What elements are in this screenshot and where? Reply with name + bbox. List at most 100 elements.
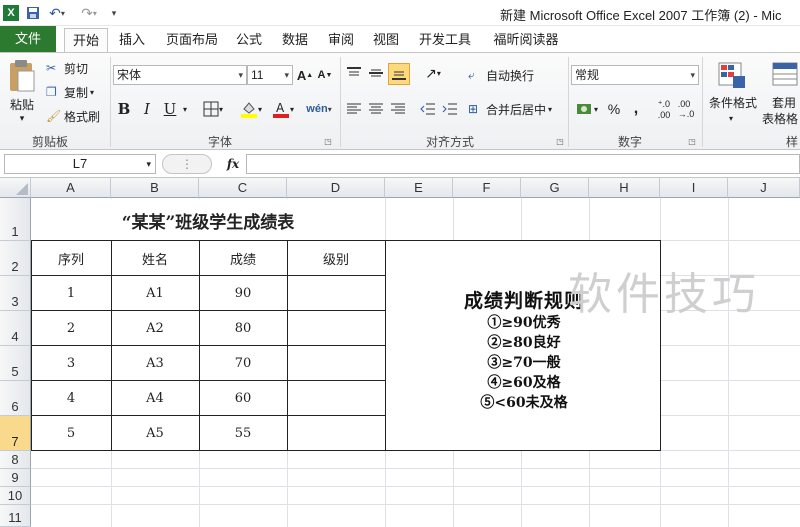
- column-header[interactable]: J: [728, 178, 800, 198]
- header-cell-level[interactable]: 级别: [287, 241, 385, 275]
- borders-icon[interactable]: ▾: [198, 99, 228, 119]
- paste-icon[interactable]: [4, 57, 40, 97]
- row-header[interactable]: 9: [0, 469, 31, 487]
- spreadsheet-grid[interactable]: A B C D E F G H I J 1 2 3 4 5 6 7 8 9 10…: [0, 178, 800, 527]
- cell-seq[interactable]: 3: [31, 346, 111, 380]
- row-header[interactable]: 3: [0, 276, 31, 311]
- row-header[interactable]: 11: [0, 505, 31, 527]
- tab-page-layout[interactable]: 页面布局: [160, 28, 224, 52]
- row-header[interactable]: 10: [0, 487, 31, 505]
- cell-seq[interactable]: 2: [31, 311, 111, 345]
- cell-level[interactable]: [287, 276, 385, 310]
- column-header[interactable]: H: [589, 178, 660, 198]
- decrease-indent-icon[interactable]: [418, 99, 438, 119]
- fill-color-icon[interactable]: ▾: [236, 99, 266, 119]
- cell-name[interactable]: A1: [111, 276, 199, 310]
- row-header[interactable]: 2: [0, 241, 31, 276]
- tab-review[interactable]: 审阅: [322, 28, 360, 52]
- customize-toolbar-icon[interactable]: ▾: [108, 4, 120, 22]
- column-header[interactable]: I: [660, 178, 728, 198]
- insert-function-button[interactable]: fx: [222, 154, 244, 174]
- column-header[interactable]: A: [31, 178, 111, 198]
- cell-seq[interactable]: 5: [31, 416, 111, 450]
- merge-center-button[interactable]: ⊞ 合并后居中 ▾: [468, 99, 568, 119]
- undo-icon[interactable]: ↶ ▾: [46, 4, 68, 22]
- number-format-combo[interactable]: 常规 ▾: [571, 65, 699, 85]
- tab-formulas[interactable]: 公式: [230, 28, 268, 52]
- number-dialog-launcher-icon[interactable]: ◳: [686, 135, 698, 147]
- wrap-text-button[interactable]: ⤶ 自动换行: [468, 65, 548, 85]
- font-dialog-launcher-icon[interactable]: ◳: [322, 135, 334, 147]
- align-center-icon[interactable]: [366, 99, 386, 119]
- phonetic-icon[interactable]: wén ▾: [304, 97, 334, 121]
- tab-developer[interactable]: 开发工具: [412, 28, 478, 52]
- format-painter-button[interactable]: 🖌 格式刷: [46, 107, 108, 125]
- column-header[interactable]: B: [111, 178, 199, 198]
- tab-insert[interactable]: 插入: [112, 28, 152, 52]
- cell-name[interactable]: A4: [111, 381, 199, 415]
- tab-view[interactable]: 视图: [368, 28, 404, 52]
- column-header[interactable]: D: [287, 178, 385, 198]
- header-cell-score[interactable]: 成绩: [199, 241, 287, 275]
- row-header[interactable]: 4: [0, 311, 31, 346]
- align-bottom-icon[interactable]: [388, 63, 410, 85]
- increase-indent-icon[interactable]: [440, 99, 460, 119]
- cell-name[interactable]: A2: [111, 311, 199, 345]
- currency-icon[interactable]: ▾: [572, 99, 602, 119]
- align-left-icon[interactable]: [344, 99, 364, 119]
- header-cell-name[interactable]: 姓名: [111, 241, 199, 275]
- bold-button[interactable]: B: [114, 99, 134, 119]
- conditional-format-dropdown-icon[interactable]: ▾: [716, 111, 746, 125]
- column-header[interactable]: C: [199, 178, 287, 198]
- row-header[interactable]: 6: [0, 381, 31, 416]
- table-format-icon[interactable]: [770, 57, 800, 93]
- column-header[interactable]: F: [453, 178, 521, 198]
- align-top-icon[interactable]: [344, 63, 364, 83]
- cell-seq[interactable]: 4: [31, 381, 111, 415]
- alignment-dialog-launcher-icon[interactable]: ◳: [554, 135, 566, 147]
- formula-bar-handle-icon[interactable]: ⋮: [162, 154, 212, 174]
- select-all-corner[interactable]: [0, 178, 31, 198]
- name-box[interactable]: L7 ▾: [4, 154, 156, 174]
- font-color-icon[interactable]: A ▾: [268, 99, 298, 119]
- cell-score[interactable]: 80: [199, 311, 287, 345]
- save-icon[interactable]: [25, 4, 41, 22]
- cell-level[interactable]: [287, 381, 385, 415]
- paste-dropdown-icon[interactable]: ▾: [4, 111, 40, 125]
- column-header[interactable]: G: [521, 178, 589, 198]
- formula-input[interactable]: [246, 154, 800, 174]
- cut-button[interactable]: ✂ 剪切: [46, 59, 106, 77]
- conditional-format-icon[interactable]: [712, 57, 752, 93]
- column-header[interactable]: E: [385, 178, 453, 198]
- orientation-icon[interactable]: ↗ ▾: [418, 63, 448, 83]
- tab-home[interactable]: 开始: [64, 28, 108, 53]
- tab-foxit-reader[interactable]: 福昕阅读器: [486, 28, 566, 52]
- align-middle-icon[interactable]: [366, 63, 386, 83]
- shrink-font-icon[interactable]: A ▼: [316, 65, 334, 85]
- cell-name[interactable]: A5: [111, 416, 199, 450]
- cell-seq[interactable]: 1: [31, 276, 111, 310]
- cell-name[interactable]: A3: [111, 346, 199, 380]
- italic-button[interactable]: I: [137, 99, 157, 119]
- decrease-decimal-icon[interactable]: .00 →.0: [676, 99, 696, 119]
- header-cell-seq[interactable]: 序列: [31, 241, 111, 275]
- font-name-combo[interactable]: 宋体 ▾: [113, 65, 247, 85]
- cell-score[interactable]: 70: [199, 346, 287, 380]
- underline-button[interactable]: U: [160, 99, 180, 119]
- align-right-icon[interactable]: [388, 99, 408, 119]
- increase-decimal-icon[interactable]: ⁺.0.00: [654, 99, 674, 120]
- row-header[interactable]: 1: [0, 198, 31, 241]
- cell-score[interactable]: 55: [199, 416, 287, 450]
- percent-button[interactable]: %: [604, 99, 624, 119]
- font-size-combo[interactable]: 11 ▾: [247, 65, 293, 85]
- redo-icon[interactable]: ↷ ▾: [78, 4, 100, 22]
- cell-level[interactable]: [287, 311, 385, 345]
- cell-score[interactable]: 60: [199, 381, 287, 415]
- tab-file[interactable]: 文件: [0, 26, 56, 52]
- comma-style-button[interactable]: ,: [626, 99, 646, 119]
- row-header[interactable]: 8: [0, 451, 31, 469]
- grow-font-icon[interactable]: A ▲: [296, 65, 314, 85]
- tab-data[interactable]: 数据: [276, 28, 314, 52]
- sheet-title[interactable]: “某某”班级学生成绩表: [31, 200, 385, 240]
- row-header-selected[interactable]: 7: [0, 416, 31, 451]
